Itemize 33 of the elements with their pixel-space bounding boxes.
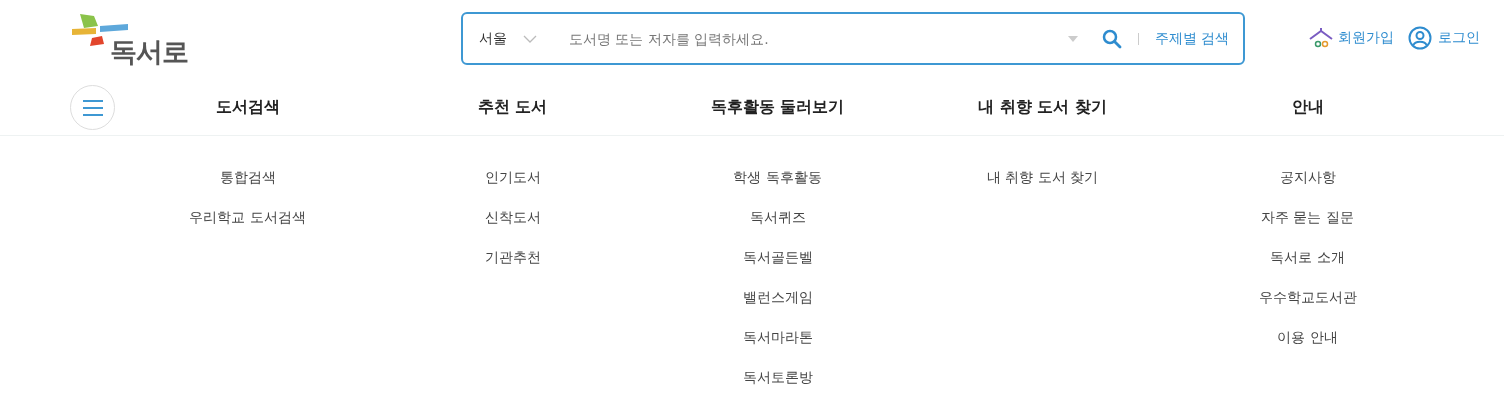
submenu-link[interactable]: 인기도서: [484, 166, 541, 206]
nav-menu-item[interactable]: 독후활동 둘러보기: [710, 97, 845, 118]
login-link[interactable]: 로그인: [1438, 29, 1480, 47]
submenu-link[interactable]: 신착도서: [484, 206, 541, 246]
nav-menu-item[interactable]: 안내: [1291, 97, 1324, 118]
submenu-link[interactable]: 학생 독후활동: [733, 166, 822, 206]
submenu-link[interactable]: 공지사항: [1279, 166, 1336, 206]
signup-link[interactable]: 회원가입: [1338, 29, 1394, 47]
user-icon[interactable]: [1408, 26, 1432, 50]
submenu-link[interactable]: 자주 묻는 질문: [1261, 206, 1354, 246]
logo-text[interactable]: 독서로: [110, 34, 188, 70]
submenu-link[interactable]: 독서토론방: [742, 366, 813, 406]
submenu-link[interactable]: 독서마라톤: [742, 326, 813, 366]
submenu-link[interactable]: 내 취향 도서 찾기: [986, 166, 1099, 206]
submenu-link[interactable]: 통합검색: [219, 166, 276, 206]
region-select[interactable]: 서울: [479, 29, 507, 48]
submenu-link[interactable]: 우수학교도서관: [1258, 286, 1357, 326]
nav-menu-item[interactable]: 내 취향 도서 찾기: [978, 97, 1107, 118]
submenu-link[interactable]: 독서퀴즈: [749, 206, 806, 246]
house-icon[interactable]: [1308, 28, 1334, 48]
submenu-link[interactable]: 이용 안내: [1277, 326, 1338, 366]
search-icon[interactable]: [1101, 28, 1122, 49]
subject-search-link[interactable]: 주제별 검색: [1154, 29, 1229, 48]
chevron-down-icon[interactable]: [523, 34, 537, 43]
submenu-link[interactable]: 독서골든벨: [742, 246, 813, 286]
nav-menu-item[interactable]: 도서검색: [215, 97, 280, 118]
menu-icon: [82, 99, 103, 116]
submenu-link[interactable]: 우리학교 도서검색: [189, 206, 306, 246]
submenu-link[interactable]: 기관추천: [484, 246, 541, 286]
submenu-link[interactable]: 밸런스게임: [742, 286, 813, 326]
submenu-link[interactable]: 독서로 소개: [1270, 246, 1345, 286]
menu-button[interactable]: [70, 85, 115, 130]
nav-menu-item[interactable]: 추천 도서: [477, 97, 548, 118]
